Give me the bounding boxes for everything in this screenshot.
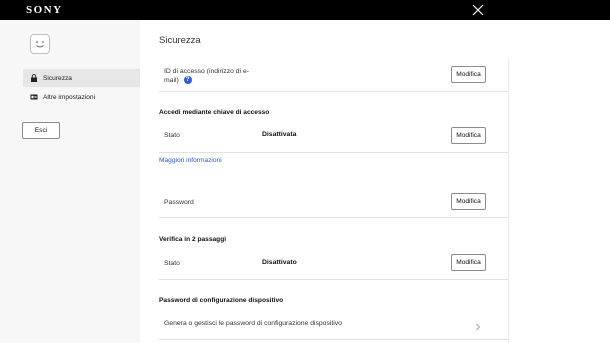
chevron-right-icon[interactable] [474,318,482,331]
divider [159,152,508,153]
top-bar: SONY [0,0,610,20]
modify-two-step-button[interactable]: Modifica [451,254,486,271]
passkey-status-label: Stato [164,132,180,139]
logout-button[interactable]: Esci [22,122,60,139]
question-icon[interactable]: ? [183,76,192,85]
sony-logo: SONY [26,4,63,16]
id-label-line2: mail) [164,77,179,84]
lock-icon [30,74,38,82]
divider [159,279,508,280]
password-label: Password [164,199,194,206]
close-icon[interactable] [470,2,486,18]
divider [159,339,508,340]
two-step-status-value: Disattivato [262,259,297,266]
divider [159,217,508,218]
smiley-avatar-icon [30,34,50,54]
passkey-heading: Accedi mediante chiave di accesso [159,109,270,116]
id-card-icon [30,93,38,101]
sidebar-item-altre-impostazioni[interactable]: Altre impostazioni [23,88,140,106]
modify-id-button[interactable]: Modifica [451,66,486,83]
sidebar-item-label: Altre impostazioni [43,93,96,101]
divider [159,91,508,92]
page-title: Sicurezza [159,35,201,46]
passkey-status-value: Disattivata [262,131,297,138]
two-step-heading: Verifica in 2 passaggi [159,236,227,243]
id-label-line2-wrap: mail) ? [164,76,192,85]
sidebar-item-label: Sicurezza [43,74,72,82]
id-label-line1: ID di accesso (indirizzo di e- [164,68,249,75]
device-password-row-label[interactable]: Genera o gestisci le password di configu… [164,319,342,328]
more-info-link[interactable]: Maggiori informazioni [159,157,222,164]
device-password-heading: Password di configurazione dispositivo [159,297,284,304]
content-divider [508,58,509,343]
modify-passkey-button[interactable]: Modifica [451,127,486,144]
two-step-status-label: Stato [164,260,180,267]
modify-password-button[interactable]: Modifica [451,193,486,210]
sidebar-item-sicurezza[interactable]: Sicurezza [23,69,140,87]
